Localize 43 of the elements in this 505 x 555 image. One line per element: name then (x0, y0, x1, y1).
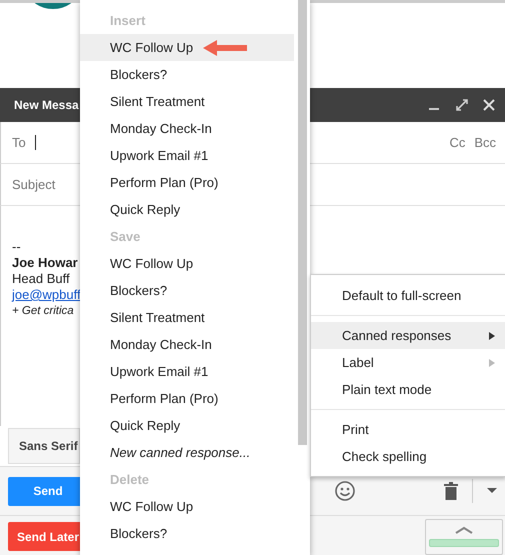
trash-icon[interactable] (444, 482, 458, 500)
expand-icon[interactable] (455, 98, 469, 112)
section-heading: Save (109, 228, 142, 246)
menu-item[interactable]: Perform Plan (Pro) (80, 385, 294, 412)
bcc-link[interactable]: Bcc (474, 135, 496, 150)
menu-item[interactable]: Default to full-screen (311, 282, 505, 309)
signature-separator: -- (12, 239, 21, 255)
menu-item[interactable]: Blockers? (80, 61, 294, 88)
signature-name: Joe Howar (12, 255, 78, 271)
menu-item[interactable]: WC Follow Up (80, 34, 294, 61)
new-response-item[interactable]: New canned response... (80, 439, 294, 466)
caret-icon (454, 526, 474, 534)
menu-item[interactable]: Upwork Email #1 (80, 358, 294, 385)
text-cursor (34, 135, 36, 150)
signature-role: Head Buff (12, 271, 70, 287)
section-heading: Delete (109, 471, 150, 489)
window-title: New Messa (14, 98, 79, 112)
menu-item[interactable]: Canned responses (311, 322, 505, 349)
menu-item[interactable]: Monday Check-In (80, 331, 294, 358)
menu-item[interactable]: WC Follow Up (80, 250, 294, 277)
scrollbar-thumb[interactable] (298, 0, 306, 445)
menu-item[interactable]: Quick Reply (80, 196, 294, 223)
subject-field[interactable]: Subject (12, 177, 56, 192)
more-options-icon[interactable] (487, 488, 497, 494)
font-selector[interactable]: Sans Serif (8, 428, 80, 464)
emoji-icon[interactable] (334, 480, 356, 502)
menu-item[interactable]: Plain text mode (311, 376, 505, 403)
close-icon[interactable] (483, 99, 495, 111)
menu-item[interactable]: Print (311, 416, 505, 443)
cc-link[interactable]: Cc (449, 135, 466, 150)
menu-item[interactable]: Blockers? (80, 277, 294, 304)
menu-item[interactable]: Label (311, 349, 505, 376)
menu-item[interactable]: Upwork Email #1 (80, 142, 294, 169)
signature-tagline: + Get critica (12, 304, 74, 319)
email-link[interactable]: joe@wpbuff (12, 287, 81, 303)
menu-item[interactable]: Perform Plan (Pro) (80, 169, 294, 196)
to-label: To (12, 135, 26, 150)
menu-item[interactable]: Monday Check-In (80, 115, 294, 142)
menu-item[interactable]: Silent Treatment (80, 88, 294, 115)
menu-item[interactable]: Check spelling (311, 443, 505, 470)
menu-item[interactable]: Quick Reply (80, 412, 294, 439)
menu-item[interactable]: Silent Treatment (80, 304, 294, 331)
section-heading: Insert (109, 12, 146, 30)
